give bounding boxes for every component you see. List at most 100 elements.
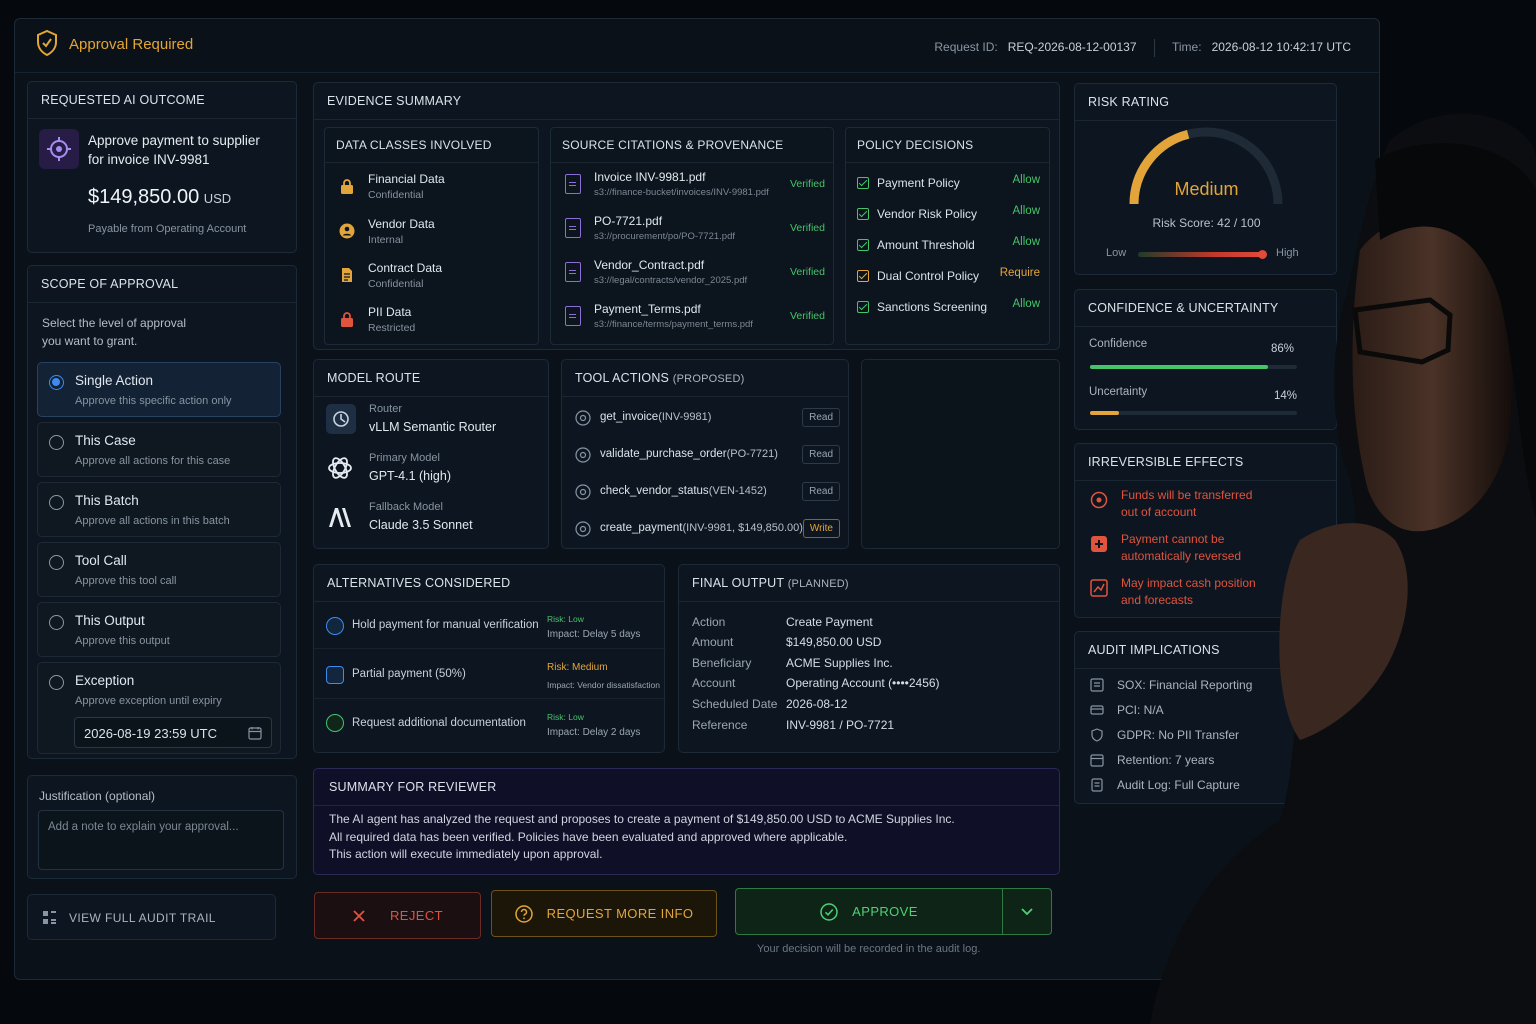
policy-item: Amount Threshold Allow <box>857 236 1040 254</box>
verified-badge: Verified <box>789 222 825 234</box>
router-icon <box>326 404 356 434</box>
alternative-impact: Impact: Vendor dissatisfaction <box>547 680 660 690</box>
empty-panel <box>861 359 1060 549</box>
tool-action-item[interactable]: check_vendor_status(VEN-1452) Read <box>562 478 850 506</box>
radio[interactable] <box>49 675 64 690</box>
source-path: s3://procurement/po/PO-7721.pdf <box>594 231 735 242</box>
output-row: Action Create Payment <box>692 613 873 631</box>
request-more-info-button[interactable]: REQUEST MORE INFO <box>491 890 717 937</box>
reject-label: REJECT <box>390 908 443 923</box>
policy-item: Payment Policy Allow <box>857 174 1040 192</box>
expiry-date-field[interactable]: 2026-08-19 23:59 UTC <box>74 717 272 748</box>
panel-heading: SUMMARY FOR REVIEWER <box>314 769 1059 806</box>
scope-option-this-output[interactable]: This Output Approve this output <box>37 602 281 657</box>
scope-option-this-batch[interactable]: This Batch Approve all actions in this ba… <box>37 482 281 537</box>
timestamp: 2026-08-12 10:42:17 UTC <box>1211 40 1351 55</box>
alternative-text: Partial payment (50%) <box>352 668 466 680</box>
radio[interactable] <box>49 555 64 570</box>
checkbox-checked-icon <box>857 238 869 251</box>
output-key: Scheduled Date <box>692 697 778 711</box>
source-item[interactable]: PO-7721.pdf s3://procurement/po/PO-7721.… <box>551 212 835 252</box>
tool-name: create_payment <box>600 522 683 534</box>
lock-icon <box>341 179 353 194</box>
time-label: Time: <box>1171 40 1202 55</box>
outcome-line-2: for invoice INV-9981 <box>88 152 210 167</box>
expiry-value: 2026-08-19 23:59 UTC <box>84 726 217 741</box>
policy-decisions-card: POLICY DECISIONS Payment Policy Allow Ven… <box>845 127 1050 345</box>
radio[interactable] <box>49 615 64 630</box>
output-row: Reference INV-9981 / PO-7721 <box>692 716 894 734</box>
tool-action-item[interactable]: validate_purchase_order(PO-7721) Read <box>562 441 850 469</box>
tool-call-text: check_vendor_status(VEN-1452) <box>600 485 767 497</box>
tool-name: get_invoice <box>600 411 659 423</box>
source-path: s3://legal/contracts/vendor_2025.pdf <box>594 275 748 286</box>
reviewer-summary-panel: SUMMARY FOR REVIEWER The AI agent has an… <box>313 768 1060 875</box>
evidence-summary-panel: EVIDENCE SUMMARY DATA CLASSES INVOLVED F… <box>313 82 1060 350</box>
radio-selected[interactable] <box>49 375 64 390</box>
output-value: Operating Account (••••2456) <box>786 676 940 690</box>
approve-options-dropdown[interactable] <box>1002 888 1052 935</box>
data-class-level: Internal <box>368 234 404 246</box>
source-item[interactable]: Payment_Terms.pdf s3://finance/terms/pay… <box>551 300 835 340</box>
policy-decision: Allow <box>1012 174 1040 186</box>
scope-option-single-action[interactable]: Single Action Approve this specific actio… <box>37 362 281 417</box>
scope-intro-1: Select the level of approval <box>42 316 187 330</box>
source-item[interactable]: Invoice INV-9981.pdf s3://finance-bucket… <box>551 168 835 208</box>
panel-heading: FINAL OUTPUT (PLANNED) <box>679 565 1059 602</box>
read-badge: Read <box>802 445 840 464</box>
option-title: This Case <box>75 433 136 448</box>
tool-args: (VEN-1452) <box>708 485 767 497</box>
report-icon <box>1090 678 1104 692</box>
approve-button[interactable]: APPROVE <box>735 888 1003 935</box>
tool-icon <box>575 410 591 426</box>
source-citations-card: SOURCE CITATIONS & PROVENANCE Invoice IN… <box>550 127 834 345</box>
option-title: This Output <box>75 613 145 628</box>
hold-icon <box>326 617 344 635</box>
heading-note: (PROPOSED) <box>672 373 745 385</box>
tool-action-item[interactable]: create_payment(INV-9981, $149,850.00) Wr… <box>562 515 850 543</box>
option-desc: Approve this specific action only <box>75 395 232 407</box>
pdf-file-icon <box>565 218 581 238</box>
option-desc: Approve all actions for this case <box>75 455 231 467</box>
policy-item: Sanctions Screening Allow <box>857 298 1040 316</box>
card-heading: DATA CLASSES INVOLVED <box>325 128 538 163</box>
scope-option-this-case[interactable]: This Case Approve all actions for this ca… <box>37 422 281 477</box>
route-value: GPT-4.1 (high) <box>369 469 451 483</box>
policy-name: Amount Threshold <box>877 238 975 252</box>
alternatives-panel: ALTERNATIVES CONSIDERED Hold payment for… <box>313 564 666 753</box>
card-icon <box>1090 705 1104 715</box>
risk-low-label: Low <box>1106 247 1127 259</box>
scope-option-tool-call[interactable]: Tool Call Approve this tool call <box>37 542 281 597</box>
data-classes-card: DATA CLASSES INVOLVED Financial Data Con… <box>324 127 539 345</box>
scope-option-exception[interactable]: Exception Approve exception until expiry … <box>37 662 281 754</box>
pdf-file-icon <box>565 306 581 326</box>
card-heading: POLICY DECISIONS <box>846 128 1049 163</box>
data-class-name: Vendor Data <box>368 217 435 231</box>
tool-icon <box>575 521 591 537</box>
policy-decision: Require <box>999 267 1040 279</box>
radio[interactable] <box>49 495 64 510</box>
option-title: Exception <box>75 673 135 688</box>
source-item[interactable]: Vendor_Contract.pdf s3://legal/contracts… <box>551 256 835 296</box>
option-desc: Approve exception until expiry <box>75 695 222 707</box>
source-file: Invoice INV-9981.pdf <box>594 170 706 184</box>
justification-input[interactable]: Add a note to explain your approval... <box>38 810 284 870</box>
audit-trail-icon <box>43 911 56 924</box>
policy-item: Dual Control Policy Require <box>857 267 1040 285</box>
data-class-level: Restricted <box>368 322 416 334</box>
source-file: PO-7721.pdf <box>594 214 663 228</box>
policy-item: Vendor Risk Policy Allow <box>857 205 1040 223</box>
radio[interactable] <box>49 435 64 450</box>
verified-badge: Verified <box>789 310 825 322</box>
openai-icon <box>328 457 352 479</box>
calendar-icon[interactable] <box>248 726 262 740</box>
tool-action-item[interactable]: get_invoice(INV-9981) Read <box>562 404 850 432</box>
divider <box>1153 39 1155 57</box>
reject-button[interactable]: REJECT <box>314 892 481 939</box>
data-class-name: Financial Data <box>368 172 445 186</box>
chevron-down-icon <box>1021 907 1033 915</box>
view-audit-trail-button[interactable]: VIEW FULL AUDIT TRAIL <box>27 894 276 940</box>
justification-label: Justification (optional) <box>39 789 156 803</box>
output-row: Amount $149,850.00 USD <box>692 633 881 651</box>
request-meta: Request ID: REQ-2026-08-12-00137 Time: 2… <box>934 39 1351 57</box>
